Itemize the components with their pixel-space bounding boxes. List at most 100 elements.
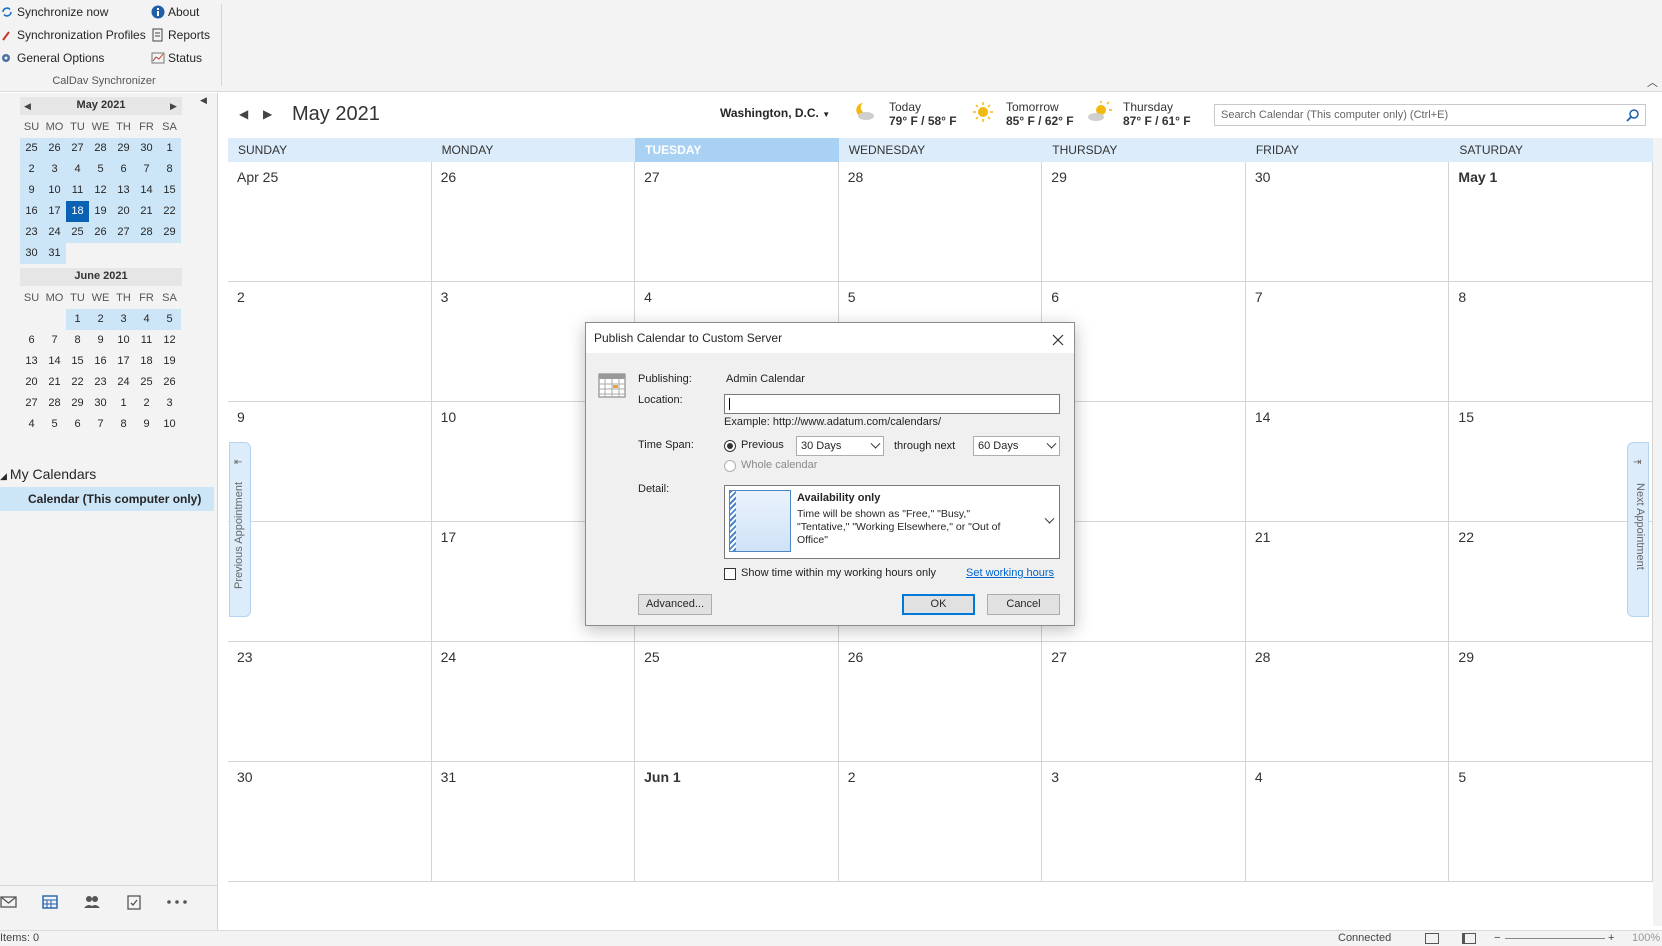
mini-cal-day[interactable]: 14	[43, 351, 66, 372]
next-appointment-tab[interactable]: ⇥ Next Appointment	[1627, 442, 1649, 617]
mini-cal-day[interactable]: 1	[112, 393, 135, 414]
collapse-ribbon-icon[interactable]: ︿	[1647, 74, 1658, 90]
mini-cal-day[interactable]: 18	[66, 201, 89, 222]
mini-cal-day[interactable]: 19	[158, 351, 181, 372]
calendar-icon[interactable]	[41, 894, 59, 910]
mini-cal-day[interactable]: 30	[135, 138, 158, 159]
tasks-icon[interactable]	[125, 894, 143, 910]
mini-cal-day[interactable]: 26	[158, 372, 181, 393]
mini-cal-day[interactable]: 7	[135, 159, 158, 180]
mini-cal-day[interactable]: 4	[135, 309, 158, 330]
whole-calendar-radio[interactable]	[724, 460, 736, 472]
about-button[interactable]: About	[151, 5, 199, 19]
mini-cal-day[interactable]: 27	[112, 222, 135, 243]
mini-cal-day[interactable]: 2	[20, 159, 43, 180]
mini-cal-day[interactable]: 21	[43, 372, 66, 393]
mini-cal-day[interactable]: 5	[89, 159, 112, 180]
mini-cal-day[interactable]: 31	[43, 243, 66, 264]
day-cell[interactable]: 24	[431, 642, 636, 762]
mini-cal-day[interactable]: 7	[89, 414, 112, 435]
search-input[interactable]: Search Calendar (This computer only) (Ct…	[1214, 104, 1646, 126]
mini-cal-day[interactable]: 2	[89, 309, 112, 330]
mini-cal-day[interactable]: 25	[135, 372, 158, 393]
mini-cal-day[interactable]: 8	[66, 330, 89, 351]
mini-cal-day[interactable]: 3	[112, 309, 135, 330]
mini-cal-day[interactable]: 10	[112, 330, 135, 351]
search-icon[interactable]	[1626, 108, 1640, 122]
zoom-slider[interactable]	[1505, 938, 1605, 939]
sync-profiles-button[interactable]: Synchronization Profiles	[0, 28, 146, 42]
mini-cal-day[interactable]: 26	[89, 222, 112, 243]
previous-radio[interactable]	[724, 440, 736, 452]
day-cell[interactable]: 9	[228, 402, 432, 522]
mini-cal-day[interactable]: 6	[20, 330, 43, 351]
day-cell[interactable]: Jun 1	[635, 762, 839, 882]
mini-cal-day[interactable]: 19	[89, 201, 112, 222]
prev-month-icon[interactable]: ◀	[239, 107, 248, 121]
mini-cal-day[interactable]: 15	[66, 351, 89, 372]
working-hours-checkbox[interactable]	[724, 568, 736, 580]
previous-days-select[interactable]: 30 Days	[796, 436, 884, 456]
mini-cal-day[interactable]: 12	[158, 330, 181, 351]
day-cell[interactable]: May 1	[1449, 162, 1653, 282]
mini-cal-day[interactable]: 21	[135, 201, 158, 222]
day-cell[interactable]: 23	[228, 642, 432, 762]
cancel-button[interactable]: Cancel	[987, 594, 1060, 615]
mini-cal-day[interactable]: 11	[66, 180, 89, 201]
mini-cal-day[interactable]: 18	[135, 351, 158, 372]
mini-cal-day[interactable]: 24	[112, 372, 135, 393]
day-cell[interactable]: Apr 25	[228, 162, 432, 282]
previous-appointment-tab[interactable]: ⇤ Previous Appointment	[229, 442, 251, 617]
mini-cal-day[interactable]: 8	[158, 159, 181, 180]
mini-cal-day[interactable]: 5	[158, 309, 181, 330]
mini-cal-next-icon[interactable]: ▶	[170, 101, 177, 112]
mini-cal-day[interactable]: 4	[20, 414, 43, 435]
day-cell[interactable]	[228, 522, 432, 642]
mini-cal-day[interactable]: 9	[89, 330, 112, 351]
mini-cal-day[interactable]: 29	[66, 393, 89, 414]
next-days-select[interactable]: 60 Days	[973, 436, 1060, 456]
general-options-button[interactable]: General Options	[0, 51, 104, 65]
mini-cal-day[interactable]: 2	[135, 393, 158, 414]
mini-cal-day[interactable]: 10	[158, 414, 181, 435]
ok-button[interactable]: OK	[902, 594, 975, 615]
mini-cal-day[interactable]: 15	[158, 180, 181, 201]
mini-cal-day[interactable]: 7	[43, 330, 66, 351]
next-month-icon[interactable]: ▶	[263, 107, 272, 121]
day-cell[interactable]: 7	[1245, 282, 1450, 402]
mini-cal-day[interactable]: 14	[135, 180, 158, 201]
people-icon[interactable]	[83, 894, 101, 910]
mini-cal-day[interactable]: 28	[43, 393, 66, 414]
reading-view-icon[interactable]	[1462, 933, 1476, 944]
mini-cal-day[interactable]: 6	[112, 159, 135, 180]
day-cell[interactable]: 25	[635, 642, 839, 762]
day-cell[interactable]: 14	[1245, 402, 1450, 522]
day-cell[interactable]: 30	[1245, 162, 1450, 282]
mini-cal-day[interactable]: 17	[43, 201, 66, 222]
day-cell[interactable]: 15	[1449, 402, 1653, 522]
calendar-folder-item[interactable]: Calendar (This computer only)	[0, 487, 214, 511]
detail-select[interactable]: Availability only Time will be shown as …	[724, 485, 1060, 559]
day-cell[interactable]: 28	[838, 162, 1043, 282]
close-icon[interactable]	[1050, 329, 1066, 346]
day-cell[interactable]: 26	[431, 162, 636, 282]
mini-cal-day[interactable]: 28	[135, 222, 158, 243]
mini-cal-day[interactable]: 28	[89, 138, 112, 159]
mini-cal-day[interactable]: 16	[89, 351, 112, 372]
zoom-in-icon[interactable]: +	[1608, 932, 1614, 944]
day-cell[interactable]: 2	[228, 282, 432, 402]
mini-cal-day[interactable]: 22	[66, 372, 89, 393]
day-cell[interactable]: 4	[1245, 762, 1450, 882]
mini-cal-day[interactable]: 25	[66, 222, 89, 243]
mini-cal-day[interactable]: 13	[20, 351, 43, 372]
day-cell[interactable]: 8	[1449, 282, 1653, 402]
mini-cal-day[interactable]: 16	[20, 201, 43, 222]
mini-cal-day[interactable]: 20	[112, 201, 135, 222]
mini-cal-day[interactable]: 29	[112, 138, 135, 159]
mini-cal-day[interactable]: 8	[112, 414, 135, 435]
mini-cal-day[interactable]: 23	[20, 222, 43, 243]
day-cell[interactable]: 30	[228, 762, 432, 882]
mini-cal-day[interactable]: 3	[43, 159, 66, 180]
mini-cal-day[interactable]: 12	[89, 180, 112, 201]
day-cell[interactable]: 29	[1449, 642, 1653, 762]
